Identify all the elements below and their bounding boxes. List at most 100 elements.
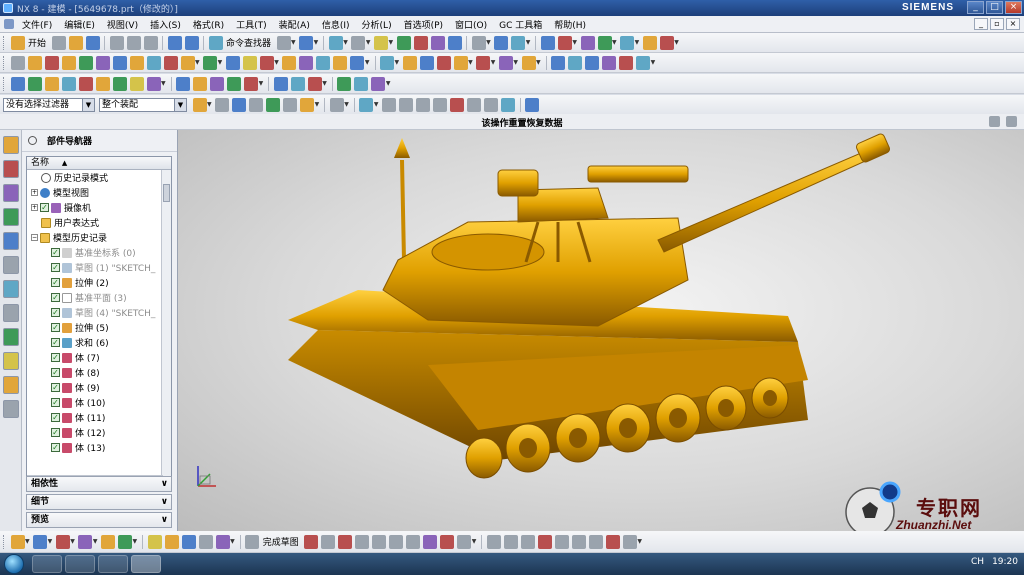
system-materials-tab[interactable]: [3, 280, 19, 298]
tree-row[interactable]: ✓ 拉伸 (5): [27, 320, 171, 335]
dependencies-panel[interactable]: 相依性 ∨: [26, 476, 172, 492]
boss-icon[interactable]: [78, 55, 93, 70]
offset-tool-icon[interactable]: [118, 534, 132, 549]
orient-view-icon[interactable]: [33, 534, 48, 549]
slot-icon[interactable]: [129, 55, 144, 70]
reorder-icon[interactable]: [61, 76, 76, 91]
system-scenes-tab[interactable]: [3, 376, 19, 394]
revolve-icon[interactable]: [44, 55, 59, 70]
tree-vertical-scrollbar[interactable]: [161, 170, 171, 476]
expand-icon[interactable]: +: [31, 189, 38, 196]
redo-icon[interactable]: [184, 35, 199, 50]
menu-information[interactable]: 信息(I): [316, 18, 356, 31]
unsuppress-icon[interactable]: [112, 76, 127, 91]
snap-icon[interactable]: [299, 35, 314, 50]
select-body-icon[interactable]: [249, 97, 264, 112]
select-feature-icon[interactable]: [215, 97, 230, 112]
taskbar-media[interactable]: [65, 555, 95, 573]
tree-row[interactable]: ✓ 体 (8): [27, 365, 171, 380]
tree-row[interactable]: ✓ 基准坐标系 (0): [27, 245, 171, 260]
menu-window[interactable]: 窗口(O): [449, 18, 493, 31]
synch-icon[interactable]: [476, 55, 491, 70]
convert-reference-icon[interactable]: [605, 534, 620, 549]
copy-icon[interactable]: [126, 35, 141, 50]
groove-icon[interactable]: [146, 55, 161, 70]
tree-row[interactable]: ✓ 拉伸 (2): [27, 275, 171, 290]
move-face-icon[interactable]: [498, 55, 513, 70]
tree-row[interactable]: ✓ 体 (10): [27, 395, 171, 410]
intersect-curve-icon[interactable]: [619, 55, 634, 70]
surface-icon[interactable]: [380, 55, 394, 70]
pin-icon[interactable]: [28, 136, 37, 145]
dimension-tool-icon[interactable]: [198, 534, 213, 549]
check-tool-icon[interactable]: [215, 534, 230, 549]
profile-icon[interactable]: [304, 534, 319, 549]
visibility-checkbox[interactable]: ✓: [51, 368, 60, 377]
taskbar-nx[interactable]: [131, 555, 161, 573]
offset-face-icon[interactable]: [350, 55, 365, 70]
snap-point-icon[interactable]: [359, 97, 374, 112]
tree-row[interactable]: ✓ 体 (13): [27, 440, 171, 455]
studio-spline-icon[interactable]: [423, 534, 438, 549]
split-body-icon[interactable]: [299, 55, 314, 70]
alternate-solution-icon[interactable]: [622, 534, 637, 549]
visibility-checkbox[interactable]: ✓: [51, 308, 60, 317]
snap-tool-icon[interactable]: [10, 534, 25, 549]
extrude-icon[interactable]: [27, 55, 42, 70]
move-feature-icon[interactable]: [44, 76, 59, 91]
tree-row[interactable]: − 模型历史记录: [27, 230, 171, 245]
measure-icon[interactable]: [557, 35, 572, 50]
helix-icon[interactable]: [585, 55, 600, 70]
polygon-icon[interactable]: [406, 534, 421, 549]
chamfer-icon[interactable]: [225, 55, 240, 70]
tree-row[interactable]: ✓ 体 (12): [27, 425, 171, 440]
attributes-icon[interactable]: [290, 76, 305, 91]
clip-icon[interactable]: [371, 76, 386, 91]
visibility-checkbox[interactable]: ✓: [51, 353, 60, 362]
make-corner-icon[interactable]: [520, 534, 535, 549]
geometric-constraint-icon[interactable]: [554, 534, 569, 549]
rotate-icon[interactable]: [351, 35, 366, 50]
pages-tab[interactable]: [3, 400, 19, 418]
visibility-checkbox[interactable]: ✓: [51, 323, 60, 332]
swept-icon[interactable]: [419, 55, 434, 70]
intersection-point-icon[interactable]: [433, 97, 447, 112]
app-menu-icon[interactable]: [4, 19, 14, 29]
reuse-library-tab[interactable]: [3, 208, 19, 226]
pocket-icon[interactable]: [95, 55, 110, 70]
menu-edit[interactable]: 编辑(E): [58, 18, 101, 31]
tree-row[interactable]: ✓ 求和 (6): [27, 335, 171, 350]
visibility-checkbox[interactable]: ✓: [40, 203, 49, 212]
roles-tab[interactable]: [3, 352, 19, 370]
remove-params-icon[interactable]: [146, 76, 161, 91]
open-file-icon[interactable]: [68, 35, 83, 50]
general-selection-icon[interactable]: [192, 97, 207, 112]
start-button[interactable]: 开始: [28, 36, 46, 49]
maximize-button[interactable]: □: [986, 1, 1003, 14]
fillet-icon[interactable]: [372, 534, 387, 549]
quick-extend-icon[interactable]: [503, 534, 518, 549]
visibility-checkbox[interactable]: ✓: [51, 398, 60, 407]
mid-point-icon[interactable]: [399, 97, 413, 112]
display-icon[interactable]: [413, 35, 428, 50]
visibility-checkbox[interactable]: ✓: [51, 248, 60, 257]
rectangle-icon[interactable]: [389, 534, 404, 549]
details-panel[interactable]: 细节 ∨: [26, 494, 172, 510]
visibility-checkbox[interactable]: ✓: [51, 443, 60, 452]
line-icon[interactable]: [321, 534, 336, 549]
web-browser-tab[interactable]: [3, 232, 19, 250]
analysis-icon[interactable]: [597, 35, 612, 50]
tree-row[interactable]: ✓ 草图 (1) "SKETCH_: [27, 260, 171, 275]
chart-icon[interactable]: [642, 35, 657, 50]
doc-close-button[interactable]: ×: [1006, 18, 1020, 30]
thicken-icon[interactable]: [453, 55, 468, 70]
replace-feature-icon[interactable]: [78, 76, 93, 91]
sew-icon[interactable]: [436, 55, 451, 70]
end-point-icon[interactable]: [382, 97, 396, 112]
offset-curve-icon[interactable]: [636, 55, 651, 70]
curve-tool-icon[interactable]: [147, 534, 162, 549]
new-file-icon[interactable]: [51, 35, 66, 50]
suppress-icon[interactable]: [95, 76, 110, 91]
visibility-checkbox[interactable]: ✓: [51, 338, 60, 347]
arc-center-icon[interactable]: [450, 97, 464, 112]
